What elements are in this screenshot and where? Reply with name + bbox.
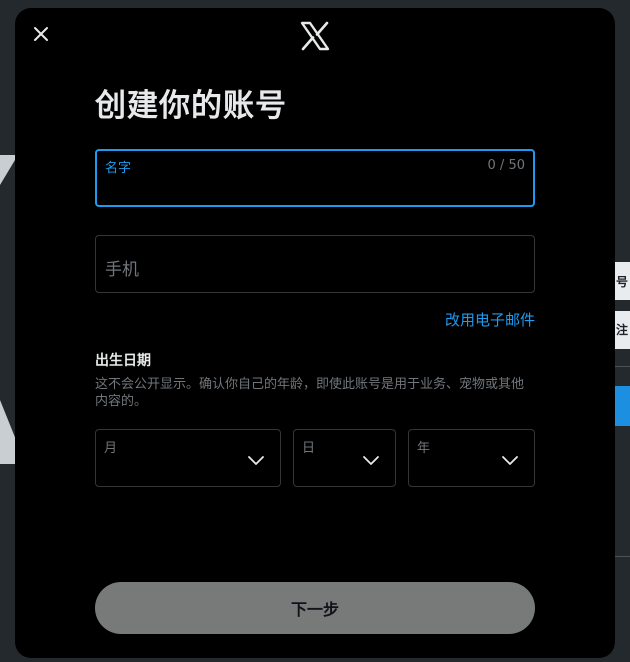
day-select[interactable]: 日 — [293, 429, 396, 487]
x-logo-icon — [300, 21, 330, 51]
name-field-label: 名字 — [105, 161, 132, 176]
background-text: 号 — [615, 275, 628, 289]
name-field[interactable]: 名字 0 / 50 — [95, 149, 535, 207]
signup-modal: 创建你的账号 名字 0 / 50 手机 改用电子邮件 出生日期 这不会公开显示。… — [15, 8, 615, 658]
name-input[interactable] — [105, 178, 525, 199]
phone-field-placeholder: 手机 — [105, 260, 139, 280]
phone-field[interactable]: 手机 — [95, 235, 535, 293]
character-counter: 0 / 50 — [487, 158, 525, 173]
page-title: 创建你的账号 — [95, 88, 287, 124]
next-button[interactable]: 下一步 — [95, 582, 535, 634]
dob-description: 这不会公开显示。确认你自己的年龄，即使此账号是用于业务、宠物或其他内容的。 — [95, 377, 525, 409]
month-select[interactable]: 月 — [95, 429, 281, 487]
year-select-label: 年 — [417, 441, 431, 456]
month-select-label: 月 — [104, 441, 118, 456]
chevron-down-icon — [363, 456, 379, 465]
use-email-link[interactable]: 改用电子邮件 — [445, 309, 535, 330]
close-button[interactable] — [27, 20, 55, 48]
year-select[interactable]: 年 — [408, 429, 535, 487]
day-select-label: 日 — [302, 441, 316, 456]
dob-title: 出生日期 — [95, 353, 151, 369]
close-icon — [34, 27, 48, 41]
chevron-down-icon — [248, 456, 264, 465]
chevron-down-icon — [502, 456, 518, 465]
background-text: 注 — [615, 323, 628, 337]
